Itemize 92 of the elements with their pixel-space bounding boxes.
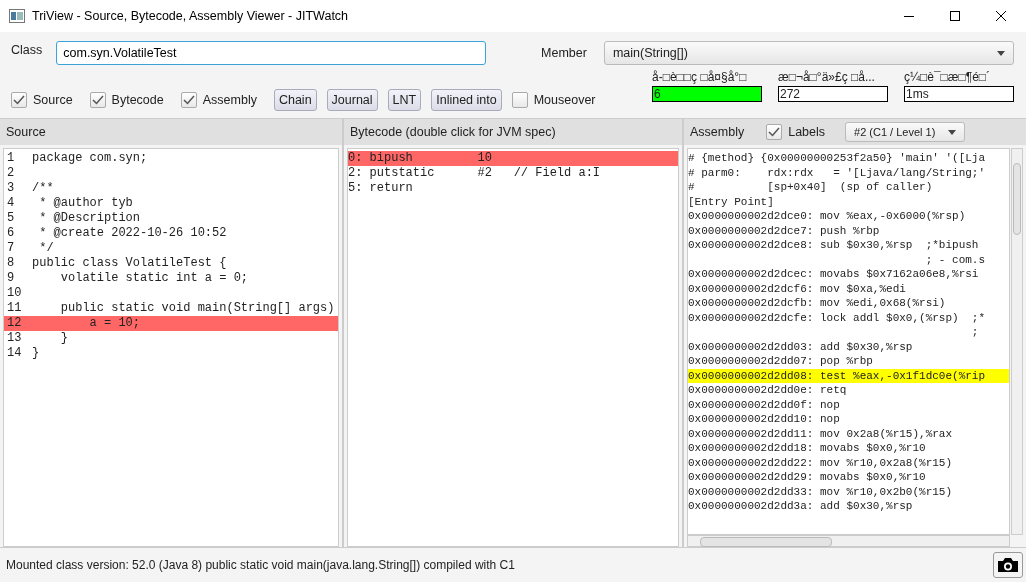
code-line: /** bbox=[32, 181, 54, 196]
assembly-line: ; - com.s bbox=[924, 252, 986, 267]
camera-icon bbox=[997, 557, 1019, 573]
stat-value: 272 bbox=[778, 86, 888, 102]
toolbar-button[interactable]: Journal bbox=[326, 89, 378, 111]
checkbox[interactable] bbox=[89, 92, 106, 108]
line-number: 13 bbox=[6, 331, 23, 346]
toolbar-button[interactable]: Chain bbox=[273, 89, 317, 111]
assembly-line: 0x0000000002d2dd18: movabs $0x0,%r10 bbox=[688, 441, 926, 456]
code-line: public class VolatileTest { bbox=[32, 256, 227, 271]
caret-icon bbox=[997, 50, 1005, 56]
checkbox[interactable] bbox=[766, 124, 783, 140]
code-line: * @author tyb bbox=[38, 196, 133, 211]
maximize-icon[interactable] bbox=[950, 11, 960, 21]
stat-label: ç¼□è¯□æ□¶é□´ bbox=[904, 70, 992, 84]
assembly-line: 0x0000000002d2dd11: mov 0x2a8(%r15),%rax bbox=[688, 426, 953, 441]
bytecode-line[interactable]: 2: putstatic #2 // Field a:I bbox=[348, 166, 601, 181]
checkbox-label[interactable]: Source bbox=[33, 93, 73, 107]
assembly-line: 0x0000000002d2dce0: mov %eax,-0x6000(%rsp) bbox=[688, 209, 966, 224]
status-text: Mounted class version: 52.0 (Java 8) public static void main(java.lang.String[]) compiled with C1 bbox=[6, 558, 515, 572]
vertical-scrollbar[interactable] bbox=[1011, 148, 1023, 535]
stat-value: 6 bbox=[652, 86, 762, 102]
assembly-line: 0x0000000002d2dcfb: mov %edi,0x68(%rsi) bbox=[688, 296, 946, 311]
checkbox-label[interactable]: Bytecode bbox=[111, 93, 164, 107]
assembly-line: 0x0000000002d2dce8: sub $0x30,%rsp ;*bipush bbox=[688, 238, 979, 253]
assembly-line: 0x0000000002d2dd03: add $0x30,%rsp bbox=[688, 339, 913, 354]
stat-value: 1ms bbox=[904, 86, 1014, 102]
assembly-line: 0x0000000002d2dd33: mov %r10,0x2b0(%r15) bbox=[688, 484, 953, 499]
close-icon[interactable] bbox=[996, 11, 1006, 21]
line-number: 12 bbox=[6, 316, 23, 331]
code-line: } bbox=[32, 346, 40, 361]
assembly-line: 0x0000000002d2dd29: movabs $0x0,%r10 bbox=[688, 470, 926, 485]
window-title: TriView - Source, Bytecode, Assembly Viewer - JITWatch bbox=[32, 9, 349, 23]
assembly-line: 0x0000000002d2dd10: nop bbox=[688, 412, 840, 427]
assembly-line: 0x0000000002d2dd07: pop %rbp bbox=[688, 354, 873, 369]
horizontal-scrollbar[interactable] bbox=[687, 535, 1010, 547]
checkbox-label[interactable]: Labels bbox=[788, 125, 826, 139]
class-label: Class bbox=[11, 43, 43, 57]
assembly-line: # [sp+0x40] (sp of caller) bbox=[688, 180, 933, 195]
checkbox[interactable] bbox=[180, 92, 197, 108]
panel-title: Source bbox=[6, 125, 46, 139]
line-number: 10 bbox=[6, 286, 23, 301]
assembly-line: [Entry Point] bbox=[688, 194, 774, 209]
assembly-line: # parm0: rdx:rdx = '[Ljava/lang/String;' bbox=[688, 165, 986, 180]
stat-label: æ□¬å□°ä»£ç □å... bbox=[778, 70, 876, 84]
assembly-line: 0x0000000002d2dd3a: add $0x30,%rsp bbox=[688, 499, 913, 514]
assembly-line: 0x0000000002d2dcf6: mov $0xa,%edi bbox=[688, 281, 906, 296]
code-line: * @Description bbox=[38, 211, 141, 226]
code-line: a = 10; bbox=[88, 316, 141, 331]
bytecode-line[interactable]: 5: return bbox=[348, 181, 413, 196]
assembly-line: 0x0000000002d2dcfe: lock addl $0x0,(%rsp) ;* bbox=[688, 310, 986, 325]
line-number: 4 bbox=[6, 196, 16, 211]
panel-title: Assembly bbox=[690, 125, 745, 139]
line-number: 5 bbox=[6, 211, 16, 226]
checkbox[interactable] bbox=[11, 92, 27, 108]
code-line: package com.syn; bbox=[32, 151, 148, 166]
checkbox[interactable] bbox=[511, 92, 528, 108]
assembly-line: # {method} {0x00000000253f2a50} 'main' '([Lja bbox=[688, 151, 986, 166]
line-number: 7 bbox=[6, 241, 16, 256]
assembly-line: ; bbox=[970, 325, 979, 340]
assembly-line: 0x0000000002d2dd08: test %eax,-0x1f1dc0e(%rip bbox=[688, 368, 986, 383]
screenshot-button[interactable] bbox=[993, 552, 1023, 578]
code-line: */ bbox=[38, 241, 54, 256]
app-icon bbox=[9, 9, 25, 23]
line-number: 6 bbox=[6, 226, 16, 241]
line-number: 11 bbox=[6, 301, 23, 316]
line-number: 8 bbox=[6, 256, 16, 271]
assembly-line: 0x0000000002d2dd0e: retq bbox=[688, 383, 847, 398]
checkbox-label[interactable]: Mouseover bbox=[533, 93, 596, 107]
code-line: volatile static int a = 0; bbox=[59, 271, 249, 286]
stat-label: å-□è□□ç □å¤§å°□ bbox=[652, 70, 748, 84]
compilation-dropdown[interactable]: #2 (C1 / Level 1) bbox=[845, 122, 966, 142]
member-label: Member bbox=[541, 46, 587, 60]
checkbox-label[interactable]: Assembly bbox=[202, 93, 257, 107]
line-number: 9 bbox=[6, 271, 16, 286]
line-number: 14 bbox=[6, 346, 23, 361]
assembly-line: 0x0000000002d2dd22: mov %r10,0x2a8(%r15) bbox=[688, 455, 953, 470]
assembly-line: 0x0000000002d2dce7: push %rbp bbox=[688, 223, 880, 238]
code-line: } bbox=[59, 331, 68, 346]
class-field[interactable]: com.syn.VolatileTest bbox=[56, 41, 487, 65]
toolbar-button[interactable]: Inlined into bbox=[431, 89, 502, 111]
line-number: 2 bbox=[6, 166, 16, 181]
assembly-line: 0x0000000002d2dd0f: nop bbox=[688, 397, 840, 412]
assembly-line: 0x0000000002d2dcec: movabs $0x7162a06e8,%rsi bbox=[688, 267, 979, 282]
caret-icon bbox=[948, 129, 957, 135]
line-number: 1 bbox=[6, 151, 16, 166]
panel-title: Bytecode (double click for JVM spec) bbox=[350, 125, 556, 139]
toolbar-button[interactable]: LNT bbox=[387, 89, 422, 111]
member-dropdown[interactable]: main(String[]) bbox=[603, 41, 1014, 65]
code-line: * @create 2022-10-26 10:52 bbox=[38, 226, 227, 241]
line-number: 3 bbox=[6, 181, 16, 196]
code-line: public static void main(String[] args) bbox=[59, 301, 335, 316]
